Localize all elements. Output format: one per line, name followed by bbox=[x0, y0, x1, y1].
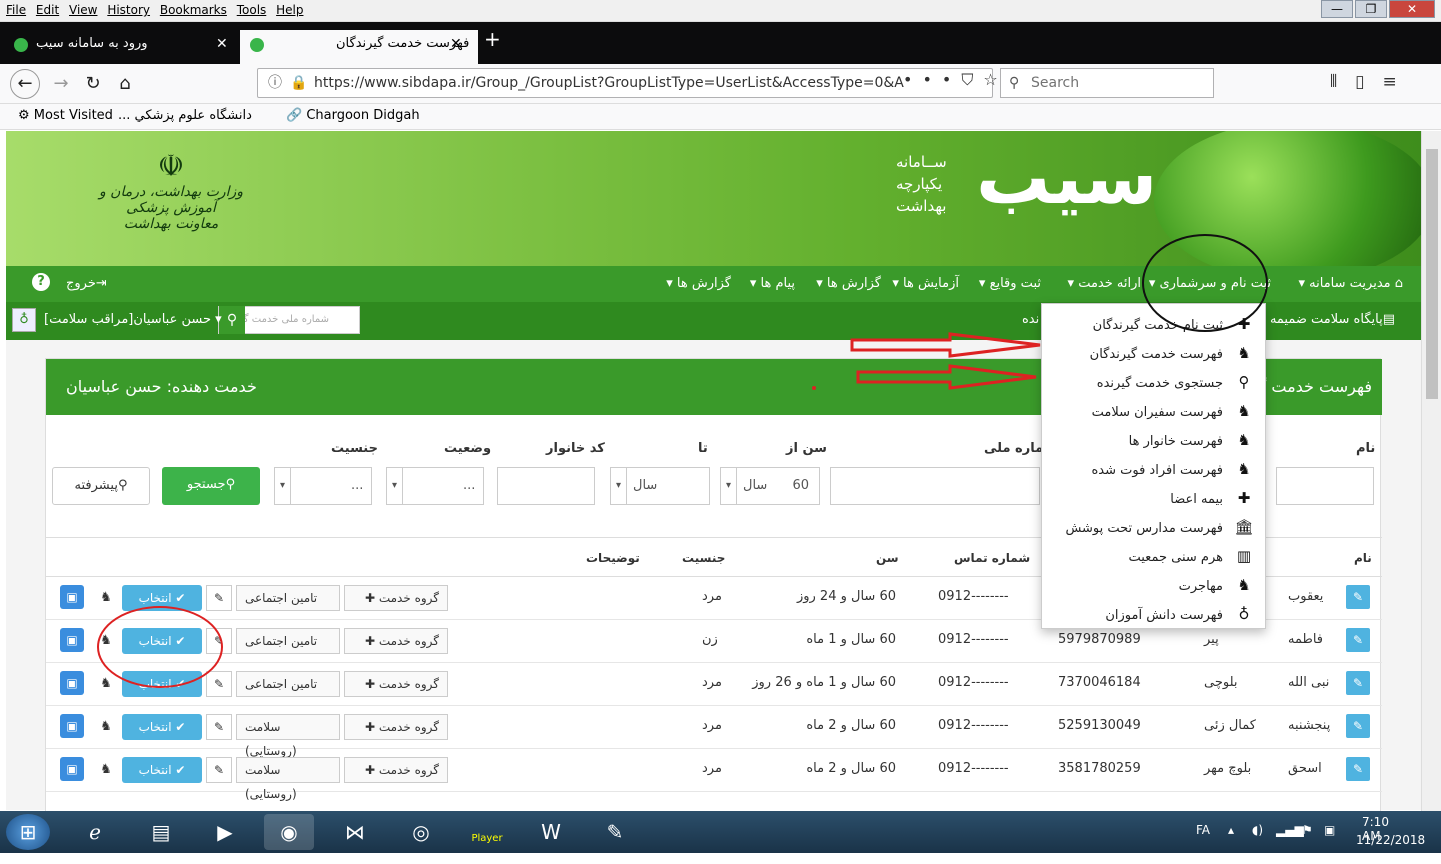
language-indicator[interactable]: FA bbox=[1196, 823, 1210, 837]
device-icon[interactable]: ▣ bbox=[1324, 823, 1335, 837]
red-arrow-annotation bbox=[856, 364, 1037, 390]
annotation-overlay bbox=[97, 234, 1268, 688]
clock-date[interactable]: 11/22/2018 bbox=[1356, 833, 1425, 847]
windows-taskbar: ⊞ ℯ ▤ ▶ ◉ ⋈ ◎ Player W ✎ FA ▴ ◖) ▂▄▆ ⚑ ▣… bbox=[0, 811, 1441, 853]
word-icon[interactable]: W bbox=[526, 814, 576, 850]
firefox-icon[interactable]: ◉ bbox=[264, 814, 314, 850]
chrome-icon[interactable]: ◎ bbox=[396, 814, 446, 850]
volume-icon[interactable]: ◖) bbox=[1252, 823, 1263, 837]
player-icon[interactable]: Player bbox=[462, 814, 512, 850]
red-dot-annotation bbox=[812, 386, 816, 390]
flag-icon[interactable]: ⚑ bbox=[1302, 823, 1313, 837]
network-icon[interactable]: ▂▄▆ bbox=[1276, 823, 1304, 837]
app-icon[interactable]: ⋈ bbox=[330, 814, 380, 850]
black-circle-annotation bbox=[1142, 234, 1268, 332]
tray-arrow-icon[interactable]: ▴ bbox=[1228, 823, 1234, 837]
start-button[interactable]: ⊞ bbox=[6, 814, 50, 850]
red-arrow-annotation bbox=[850, 332, 1041, 358]
ie-icon[interactable]: ℯ bbox=[70, 814, 120, 850]
explorer-icon[interactable]: ▤ bbox=[136, 814, 186, 850]
paint-icon[interactable]: ✎ bbox=[590, 814, 640, 850]
red-circle-annotation bbox=[97, 606, 223, 688]
player-label: Player bbox=[471, 833, 503, 844]
media-player-icon[interactable]: ▶ bbox=[200, 814, 250, 850]
